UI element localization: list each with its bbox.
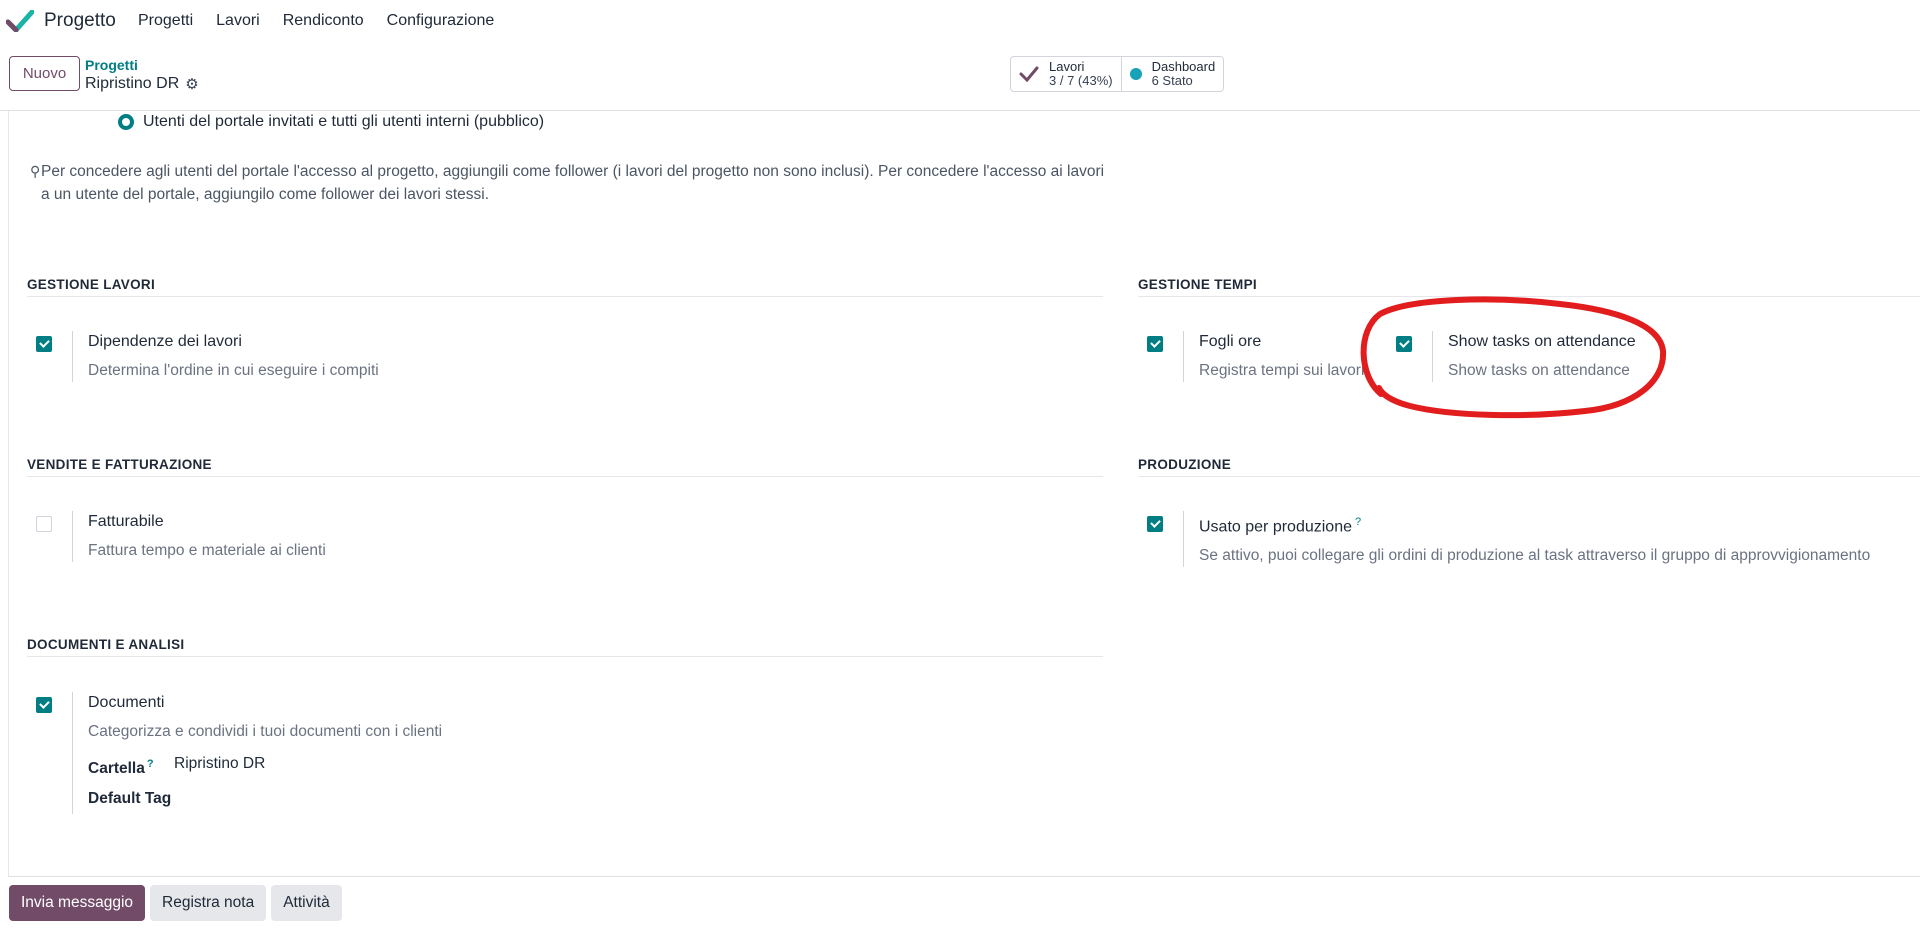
setting-produzione-label: Usato per produzione xyxy=(1199,518,1352,536)
visibility-option-label: Utenti del portale invitati e tutti gli … xyxy=(143,113,545,130)
hint-line-1: Per concedere agli utenti del portale l'… xyxy=(41,163,1105,180)
setting-documenti-desc: Categorizza e condividi i tuoi documenti… xyxy=(88,723,443,740)
app-brand[interactable]: Progetto xyxy=(44,10,116,32)
hint-line-2: a un utente del portale, aggiungilo come… xyxy=(41,186,490,203)
checkbox-fogli-ore[interactable] xyxy=(1147,336,1163,352)
status-dot-icon xyxy=(1129,68,1142,80)
app-logo-icon[interactable] xyxy=(6,10,34,32)
activities-button[interactable]: Attività xyxy=(271,885,342,921)
smart-button-dashboard[interactable]: Dashboard 6 Stato xyxy=(1120,57,1224,91)
checkbox-produzione[interactable] xyxy=(1147,516,1163,532)
checkbox-attendance[interactable] xyxy=(1396,336,1412,352)
form-sheet-border xyxy=(8,111,9,876)
setting-dipendenze-title: Dipendenze dei lavori xyxy=(88,333,242,350)
setting-produzione: Usato per produzione? Se attivo, puoi co… xyxy=(1147,511,1871,568)
setting-dipendenze-desc: Determina l'ordine in cui eseguire i com… xyxy=(88,362,379,379)
field-cartella-label: Cartella? xyxy=(88,753,174,780)
smart-button-lavori-title: Lavori xyxy=(1049,59,1085,74)
setting-dipendenze: Dipendenze dei lavori Determina l'ordine… xyxy=(36,331,379,382)
section-gestione-lavori: GESTIONE LAVORI xyxy=(27,277,1103,297)
section-gestione-tempi: GESTIONE TEMPI xyxy=(1138,277,1920,297)
breadcrumb-current: Ripristino DR ⚙ xyxy=(85,75,199,93)
section-vendite-fatturazione: VENDITE E FATTURAZIONE xyxy=(27,457,1103,477)
setting-fogli-ore: Fogli ore Registra tempi sui lavori xyxy=(1147,331,1364,382)
setting-documenti: Documenti Categorizza e condividi i tuoi… xyxy=(36,692,443,815)
setting-fatturabile-title: Fatturabile xyxy=(88,513,164,530)
menu-item-rendiconto[interactable]: Rendiconto xyxy=(283,12,364,30)
setting-fatturabile-desc: Fattura tempo e materiale ai clienti xyxy=(88,542,326,559)
setting-attendance: Show tasks on attendance Show tasks on a… xyxy=(1396,331,1636,382)
field-default-tag-label: Default Tag xyxy=(88,790,172,808)
gear-icon[interactable]: ⚙ xyxy=(185,75,198,93)
help-icon[interactable]: ? xyxy=(147,758,154,770)
setting-fogli-ore-desc: Registra tempi sui lavori xyxy=(1199,362,1365,379)
help-icon[interactable]: ? xyxy=(1355,516,1361,528)
send-message-button[interactable]: Invia messaggio xyxy=(9,885,146,921)
menu-item-progetti[interactable]: Progetti xyxy=(138,12,193,30)
section-produzione: PRODUZIONE xyxy=(1138,457,1920,477)
radio-selected-icon[interactable] xyxy=(118,114,134,130)
visibility-option[interactable]: Utenti del portale invitati e tutti gli … xyxy=(118,113,544,131)
section-documenti-analisi: DOCUMENTI E ANALISI xyxy=(27,637,1103,657)
field-cartella: Cartella? Ripristino DR xyxy=(88,753,442,780)
field-default-tag: Default Tag xyxy=(88,788,442,810)
top-navbar: Progetto Progetti Lavori Rendiconto Conf… xyxy=(0,0,1920,42)
menu-item-lavori[interactable]: Lavori xyxy=(216,12,260,30)
control-panel: Nuovo Progetti Ripristino DR ⚙ Lavori 3 … xyxy=(0,42,1920,111)
smart-button-dashboard-title: Dashboard xyxy=(1151,59,1216,74)
setting-fatturabile: Fatturabile Fattura tempo e materiale ai… xyxy=(36,511,326,562)
setting-produzione-title: Usato per produzione? xyxy=(1199,511,1870,538)
setting-documenti-title: Documenti xyxy=(88,694,165,711)
setting-fogli-ore-title: Fogli ore xyxy=(1199,333,1262,350)
checkbox-documenti[interactable] xyxy=(36,697,52,713)
chatter-toolbar: Invia messaggio Registra nota Attività xyxy=(9,885,342,921)
lightbulb-icon: ⚲ xyxy=(30,163,41,179)
smart-button-dashboard-value: 6 Stato xyxy=(1151,73,1193,88)
main-menu: Progetti Lavori Rendiconto Configurazion… xyxy=(138,12,517,30)
smart-button-lavori-value: 3 / 7 (43%) xyxy=(1049,73,1113,88)
field-cartella-label-text: Cartella xyxy=(88,760,145,778)
smart-button-lavori[interactable]: Lavori 3 / 7 (43%) xyxy=(1011,57,1121,91)
check-icon xyxy=(1019,66,1039,82)
chatter-divider xyxy=(8,876,1920,877)
setting-attendance-title: Show tasks on attendance xyxy=(1448,333,1636,350)
checkbox-dipendenze[interactable] xyxy=(36,336,52,352)
breadcrumb-parent[interactable]: Progetti xyxy=(85,57,138,73)
checkbox-fatturabile[interactable] xyxy=(36,516,52,532)
log-note-button[interactable]: Registra nota xyxy=(150,885,267,921)
smart-buttons: Lavori 3 / 7 (43%) Dashboard 6 Stato xyxy=(1010,56,1225,92)
field-cartella-value[interactable]: Ripristino DR xyxy=(174,753,265,780)
setting-attendance-desc: Show tasks on attendance xyxy=(1448,362,1630,379)
visibility-hint: ⚲ Per concedere agli utenti del portale … xyxy=(30,160,1110,206)
new-button[interactable]: Nuovo xyxy=(9,56,80,91)
record-title: Ripristino DR xyxy=(85,75,180,92)
setting-produzione-desc: Se attivo, puoi collegare gli ordini di … xyxy=(1199,547,1871,565)
menu-item-configurazione[interactable]: Configurazione xyxy=(387,12,495,30)
